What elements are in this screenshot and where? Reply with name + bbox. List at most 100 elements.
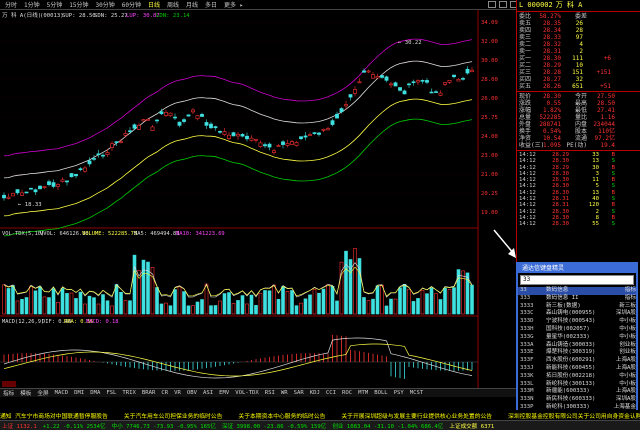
indicator-tab[interactable]: FSL xyxy=(103,390,119,396)
tick-time: 14:12 xyxy=(519,221,536,228)
candle-body xyxy=(60,179,65,182)
indicator-tab[interactable]: TRIX xyxy=(119,390,138,396)
indicator-tab[interactable]: ASI xyxy=(200,390,216,396)
indicator-tab[interactable]: BRAR xyxy=(139,390,158,396)
tick-row[interactable]: 14:12 28.30 55 S xyxy=(517,221,640,227)
candle-body xyxy=(96,153,101,156)
result-code: 333J xyxy=(520,364,534,371)
indicator-tab[interactable]: DMI xyxy=(71,390,87,396)
period-tab[interactable]: 周线 xyxy=(164,0,182,9)
order-row: 买三 28.28 151 +151 xyxy=(517,69,640,76)
period-tab[interactable]: 日线 xyxy=(145,0,163,9)
stat-value: 1.82% xyxy=(542,107,561,114)
stat-label: 涨幅 xyxy=(519,107,532,114)
period-tab[interactable]: 分时 xyxy=(2,0,20,9)
candle-body xyxy=(249,137,254,141)
news-item[interactable]: 通知 汽车宁市商场对中国联通暂停服股告 xyxy=(0,411,108,420)
indicator-tab[interactable]: DMA xyxy=(87,390,103,396)
price-axis-label: 21.00 xyxy=(481,172,498,178)
order-volume: 28 xyxy=(575,27,583,34)
indicator-tab[interactable]: EMV xyxy=(216,390,232,396)
volume-bar xyxy=(294,305,299,315)
stat-label2: 最高 xyxy=(574,100,587,107)
indicator-tab[interactable]: 全屏 xyxy=(34,389,51,397)
period-tab[interactable]: 60分钟 xyxy=(119,0,144,9)
candle-body xyxy=(83,167,87,172)
indicator-tab[interactable]: VR xyxy=(171,390,184,396)
period-tab[interactable]: 5分钟 xyxy=(44,0,66,9)
candle-body xyxy=(258,142,263,147)
indicator-tab[interactable]: WR xyxy=(278,390,291,396)
indicator-tab[interactable]: RSI xyxy=(262,390,278,396)
period-tab[interactable]: 15分钟 xyxy=(66,0,91,9)
news-item[interactable]: 关于本期资本中心服务的临时公告 xyxy=(238,411,325,420)
result-type: 上海A股 xyxy=(615,364,636,371)
tick-list[interactable]: 14:12 28.29 33 B 14:12 28.30 13 S 14:12 28.29 30 B 1… xyxy=(517,152,640,228)
candle-body xyxy=(132,124,137,129)
indicator-tab[interactable]: SAR xyxy=(291,390,307,396)
kline-svg[interactable]: 万 科 A(日线)(00013)SUP: 28.50SDN: 25.27LUP:… xyxy=(0,10,516,412)
volume-bar xyxy=(267,290,272,315)
stat-value: 10.54 xyxy=(542,135,561,142)
result-code: 3333 xyxy=(520,302,534,309)
order-volume: 651 xyxy=(572,83,583,90)
period-tab[interactable]: 多日 xyxy=(202,0,220,9)
order-label: 卖二 xyxy=(519,41,532,48)
indicator-tab[interactable]: CCI xyxy=(323,390,339,396)
popup-result-row[interactable]: 333N 新民科技(600333) 深圳A股 xyxy=(518,396,636,404)
candle-body xyxy=(344,104,348,107)
stock-code: L 000002 xyxy=(519,1,553,9)
period-tab[interactable]: 月线 xyxy=(183,0,201,9)
stat-value2: 1.16 xyxy=(600,114,615,121)
indicator-tab[interactable]: ROC xyxy=(339,390,355,396)
popup-result-row[interactable]: 333J 新能科技(600455) 上海A股 xyxy=(518,365,636,373)
popup-result-row[interactable]: 333M 新疆能(600333) 上海A股 xyxy=(518,388,636,396)
indicator-tab[interactable]: MACD xyxy=(52,390,71,396)
news-ticker[interactable]: 通知 汽车宁市商场对中国联通暂停服股告 关于汽车用车公司担保业务的临时公告 关于本期… xyxy=(0,410,640,420)
popup-result-row[interactable]: 33 数码信息 指标 xyxy=(518,287,636,295)
kline-chart[interactable]: 万 科 A(日线) (00013) SUP: 28.50 SDN: 25.27 LUP:… xyxy=(0,10,516,412)
news-item[interactable]: 关于汽车用车公司担保业务的临时公告 xyxy=(124,411,223,420)
popup-result-row[interactable]: 333F 西水股份(600291) 上海A股 xyxy=(518,357,636,365)
candle-body xyxy=(11,192,15,197)
news-item[interactable]: 关于开展深圳超级与发展主要行业提供核心业务处置的公告 xyxy=(341,411,492,420)
result-name: 新能科技(600455) xyxy=(546,364,596,371)
status-bar: 上证 1132.1 +1.22 -0.11% 2534亿 中小 7746.73 -7… xyxy=(0,420,640,430)
popup-search-input[interactable]: 33 xyxy=(520,275,634,285)
indicator-tab[interactable]: PSY xyxy=(391,390,407,396)
volume-bar xyxy=(443,287,447,315)
period-tab[interactable]: 1分钟 xyxy=(21,0,43,9)
indicator-tab[interactable]: BOLL xyxy=(371,390,390,396)
period-tab[interactable]: 更多 ▸ xyxy=(221,0,246,9)
volume-bar xyxy=(263,290,267,315)
indicator-tab[interactable]: 模板 xyxy=(17,389,34,397)
indicator-tab[interactable]: MTM xyxy=(355,390,371,396)
minimize-icon[interactable] xyxy=(488,1,496,8)
popup-result-row[interactable]: 333G 量星华(002333) 中小板 xyxy=(518,334,636,342)
period-tab[interactable]: 30分钟 xyxy=(93,0,118,9)
popup-result-row[interactable]: 333H 国科技(002057) 中小板 xyxy=(518,326,636,334)
candle-body xyxy=(186,114,191,117)
volume-bar xyxy=(299,302,303,315)
popup-result-row[interactable]: 333K 拓日股份(002218) 中小板 xyxy=(518,373,636,381)
indicator-tab[interactable]: MCST xyxy=(407,390,426,396)
indicator-tab[interactable]: KDJ xyxy=(307,390,323,396)
order-row: 卖五 28.35 26 xyxy=(517,20,640,27)
indicator-tab[interactable]: VOL-TDX xyxy=(232,390,262,396)
keyboard-wizard-popup[interactable]: 通达信键盘精灵 33 33 数码信息 指标 333 数码信息 II 指标 3333 新三板(数… xyxy=(516,262,638,412)
ma5-label: MA5: 469494.81 xyxy=(134,231,179,237)
indicator-tab[interactable]: 指标 xyxy=(0,389,17,397)
popup-result-row[interactable]: 333D 宁波科技(000543) 中小板 xyxy=(518,318,636,326)
maximize-icon[interactable] xyxy=(499,1,507,8)
popup-result-row[interactable]: 333E 爆楚科技(300319) 创业板 xyxy=(518,349,636,357)
volume-bar xyxy=(425,293,429,315)
popup-result-list[interactable]: 33 数码信息 指标 333 数码信息 II 指标 3333 新三板(数据) 新三板 333C 森山… xyxy=(518,287,636,412)
indicator-tab[interactable]: CR xyxy=(158,390,171,396)
volume-bar xyxy=(312,289,317,315)
result-code: 333A xyxy=(520,341,534,348)
candle-body xyxy=(465,68,470,74)
news-item[interactable]: 深圳控股基金控股有限公司关于公司用自身资金认购地产入股的公告 xyxy=(508,411,640,420)
popup-result-row[interactable]: 333 数码信息 II 指标 xyxy=(518,295,636,303)
indicator-tab[interactable]: OBV xyxy=(184,390,200,396)
stat-label2: 最低 xyxy=(574,107,587,114)
